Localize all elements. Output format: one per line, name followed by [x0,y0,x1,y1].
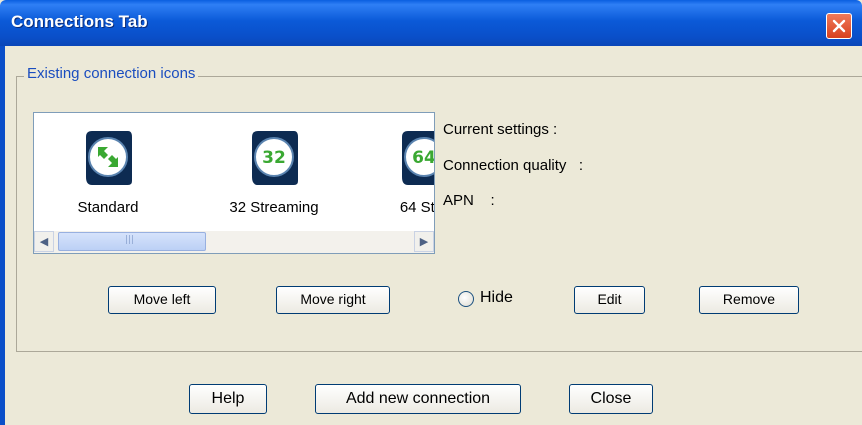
chevron-right-icon: ▶ [419,235,429,248]
connection-label: 64 Stre [399,199,435,216]
add-new-connection-button[interactable]: Add new connection [315,384,521,414]
badge-number: 64 [412,148,435,168]
connection-label: 32 Streaming [229,199,319,216]
window-title: Connections Tab [11,12,148,31]
window-border [0,46,5,425]
scroll-right-button[interactable]: ▶ [414,231,434,252]
grip-icon: ||| [125,235,135,245]
hide-label: Hide [480,289,513,306]
connection-item-64-streaming[interactable]: 64 64 Stre [364,127,435,227]
connection-quality-label: Connection quality : [443,157,584,174]
apn-label: APN : [443,192,495,209]
connection-label: Standard [77,199,139,216]
scroll-left-button[interactable]: ◀ [34,231,54,252]
scroll-thumb[interactable]: ||| [58,232,206,251]
number-badge-icon: 32 [252,131,298,185]
badge-number: 32 [262,148,286,168]
edit-button[interactable]: Edit [574,286,645,314]
connection-item-32-streaming[interactable]: 32 32 Streaming [214,127,334,227]
title-bar[interactable]: Connections Tab [0,0,862,46]
number-badge-icon: 64 [402,131,435,185]
connection-item-standard[interactable]: Standard [48,127,168,227]
group-label: Existing connection icons [24,65,199,82]
move-left-button[interactable]: Move left [108,286,216,314]
hide-radio[interactable] [458,291,474,307]
help-button[interactable]: Help [189,384,267,414]
close-icon [832,19,846,33]
remove-button[interactable]: Remove [699,286,799,314]
close-window-button[interactable] [826,13,852,39]
chevron-left-icon: ◀ [39,235,49,248]
move-right-button[interactable]: Move right [276,286,390,314]
standard-connection-icon [86,131,132,185]
horizontal-scrollbar[interactable]: ◀ ||| ▶ [34,231,434,253]
connection-icon-list[interactable]: Standard 32 32 Streaming 64 64 Stre ◀ ||… [33,112,435,254]
close-button[interactable]: Close [569,384,653,414]
connections-dialog: Connections Tab Existing connection icon… [0,0,862,425]
current-settings-label: Current settings : [443,121,558,138]
